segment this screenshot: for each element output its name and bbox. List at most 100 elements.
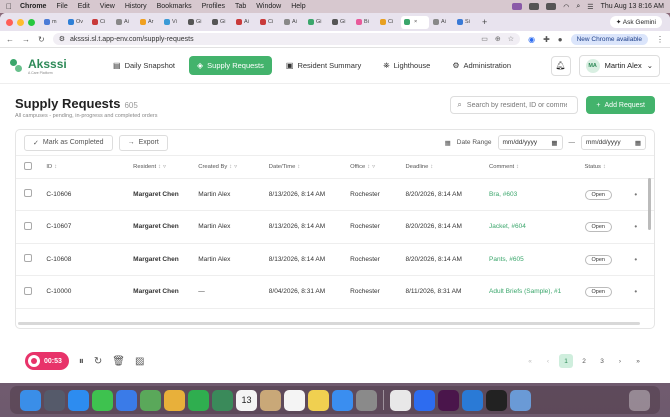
page-button-2[interactable]: 2 (577, 354, 591, 368)
menubar-clock[interactable]: Thu Aug 13 8:16 AM (601, 3, 664, 10)
horizontal-scrollbar[interactable] (18, 322, 640, 325)
menu-item-bookmarks[interactable]: Bookmarks (157, 3, 192, 10)
reminders-icon[interactable] (284, 389, 305, 411)
select-all-checkbox[interactable] (24, 161, 32, 170)
prev-page-icon[interactable]: ‹ (541, 354, 555, 368)
column-header-comment[interactable]: Comment ↕ (489, 156, 585, 179)
back-icon[interactable]: ← (6, 35, 14, 44)
row-menu-icon[interactable]: • (634, 287, 637, 296)
status-icon[interactable] (529, 3, 540, 10)
mark-completed-button[interactable]: ✓ Mark as Completed (24, 134, 113, 151)
search-icon[interactable]: ⌕ (576, 3, 580, 11)
bookmark-star-icon[interactable]: ☆ (508, 35, 514, 43)
profile-avatar-icon[interactable]: ● (558, 35, 563, 44)
browser-tab[interactable]: Ai (430, 16, 453, 29)
phone-icon[interactable] (212, 389, 233, 411)
nav-lighthouse[interactable]: ⛯ Lighthouse (375, 56, 438, 76)
maps-icon[interactable] (140, 389, 161, 411)
vertical-scrollbar[interactable] (648, 178, 651, 230)
cell-comment[interactable]: Bra, #603 (489, 178, 585, 211)
maximize-window-button[interactable] (28, 18, 35, 26)
messages-icon[interactable] (92, 389, 113, 411)
table-row[interactable]: C-10608 Margaret Chen Martin Alex 8/13/2… (16, 243, 654, 276)
close-tab-icon[interactable]: × (414, 19, 417, 25)
hide-recorder-icon[interactable]: ▨ (135, 356, 144, 367)
browser-tab[interactable]: Ci (89, 16, 112, 29)
forward-icon[interactable]: → (22, 35, 30, 44)
menu-item-edit[interactable]: Edit (78, 3, 90, 10)
menu-item-help[interactable]: Help (291, 3, 305, 10)
nav-supply-requests[interactable]: ◈ Supply Requests (189, 56, 272, 75)
site-info-icon[interactable]: ⚙ (59, 35, 65, 43)
row-menu-icon[interactable]: • (634, 190, 637, 199)
battery-icon[interactable] (546, 3, 557, 10)
mail-icon[interactable] (116, 389, 137, 411)
launchpad-icon[interactable] (44, 389, 65, 411)
vscode-icon[interactable] (462, 389, 483, 411)
calendar-picker-icon[interactable]: ▦ (551, 139, 557, 147)
date-to-input[interactable]: mm/dd/yyyy ▦ (581, 135, 646, 150)
browser-tab[interactable]: m (41, 16, 64, 29)
menu-item-history[interactable]: History (125, 3, 147, 10)
add-request-button[interactable]: + Add Request (586, 96, 655, 114)
row-checkbox[interactable] (24, 221, 32, 230)
last-page-icon[interactable]: » (631, 354, 645, 368)
browser-tab[interactable]: Ar (137, 16, 160, 29)
browser-tab[interactable]: Ov (65, 16, 88, 29)
control-center-icon[interactable]: ☰ (587, 3, 593, 11)
row-checkbox[interactable] (24, 286, 32, 295)
cell-comment[interactable]: Jacket, #604 (489, 210, 585, 244)
column-header-status[interactable]: Status ↕ (584, 156, 635, 179)
filter-icon[interactable]: ▿ (372, 164, 375, 170)
zoom-icon[interactable]: ⊕ (495, 35, 501, 43)
browser-tab[interactable]: Ai (233, 16, 256, 29)
calendar-picker-icon[interactable]: ▦ (635, 139, 641, 147)
row-menu-icon[interactable]: • (634, 255, 637, 264)
extensions-puzzle-icon[interactable]: ✚ (543, 35, 550, 44)
table-row[interactable]: C-10606 Margaret Chen Martin Alex 8/13/2… (16, 178, 654, 211)
row-checkbox[interactable] (24, 189, 32, 198)
browser-tab[interactable]: Gi (209, 16, 232, 29)
settings-icon[interactable] (356, 389, 377, 411)
browser-tab[interactable]: Ai (281, 16, 304, 29)
browser-tab[interactable]: Gi (185, 16, 208, 29)
facetime-icon[interactable] (188, 389, 209, 411)
reload-icon[interactable]: ↻ (38, 35, 45, 44)
cell-comment[interactable]: Adult Briefs (Sample), #1 (489, 275, 585, 309)
next-page-icon[interactable]: › (613, 354, 627, 368)
status-app-icon[interactable] (512, 3, 523, 10)
apple-icon[interactable]:  (6, 2, 12, 11)
menu-item-file[interactable]: File (56, 3, 67, 10)
nav-resident-summary[interactable]: ▣ Resident Summary (278, 56, 369, 75)
column-header-created-by[interactable]: Created By ↕ ▿ (198, 156, 269, 179)
page-button-1[interactable]: 1 (559, 354, 573, 368)
menu-item-tab[interactable]: Tab (235, 3, 246, 10)
browser-tab[interactable]: Gi (329, 16, 352, 29)
search-input[interactable] (466, 101, 567, 109)
column-header-office[interactable]: Office ↕ ▿ (350, 156, 406, 179)
safari-icon[interactable] (68, 389, 89, 411)
row-menu-icon[interactable]: • (634, 222, 637, 231)
column-header-datetime[interactable]: Date/Time ↕ (268, 156, 351, 179)
export-button[interactable]: → Export (118, 134, 168, 151)
browser-tab[interactable]: Ai (113, 16, 136, 29)
ask-gemini-button[interactable]: ✦ Ask Gemini (609, 16, 662, 28)
terminal-icon[interactable] (486, 389, 507, 411)
browser-menu-icon[interactable]: ⋮ (656, 35, 664, 44)
browser-tab[interactable]: Bi (353, 16, 376, 29)
nav-daily-snapshot[interactable]: ▤ Daily Snapshot (105, 56, 183, 75)
chrome-icon[interactable] (390, 389, 411, 411)
cast-icon[interactable]: ▭ (481, 35, 488, 43)
menu-item-profiles[interactable]: Profiles (202, 3, 225, 10)
table-row[interactable]: C-10607 Margaret Chen Martin Alex 8/13/2… (16, 210, 654, 244)
finder-icon[interactable] (20, 389, 41, 411)
menu-item-window[interactable]: Window (256, 3, 281, 10)
slack-icon[interactable] (438, 389, 459, 411)
cell-comment[interactable]: Pants, #605 (489, 243, 585, 276)
restart-icon[interactable]: ↻ (94, 356, 102, 367)
minimize-window-button[interactable] (17, 18, 24, 26)
notes-icon[interactable] (308, 389, 329, 411)
photos-icon[interactable] (164, 389, 185, 411)
extension-icon[interactable]: ◉ (528, 35, 535, 44)
pause-icon[interactable]: ⏸︎ (79, 356, 84, 367)
